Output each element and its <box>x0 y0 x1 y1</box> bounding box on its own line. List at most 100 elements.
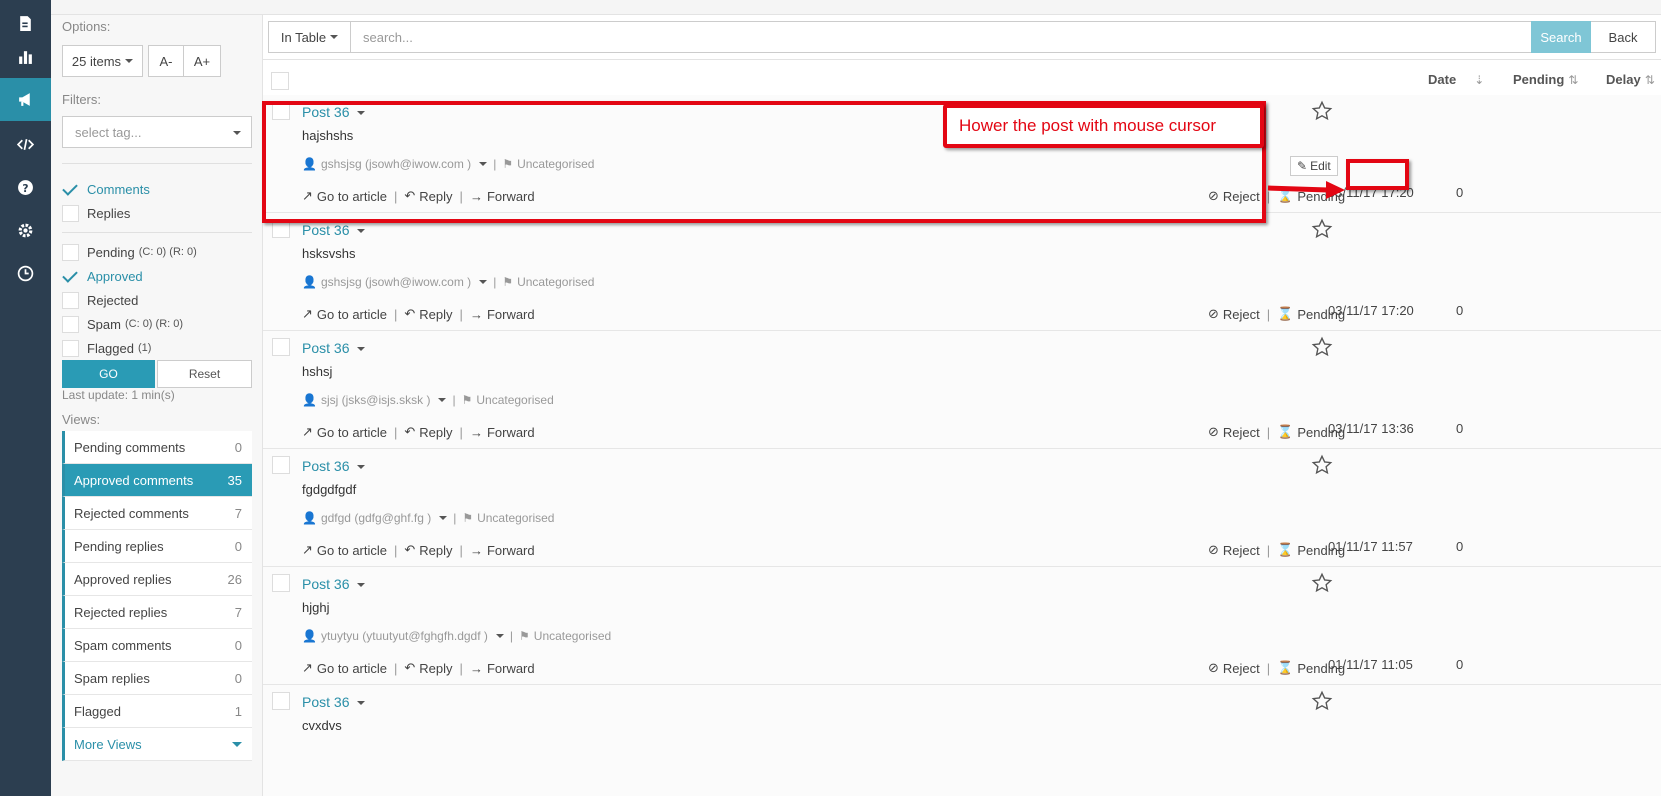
reply-link[interactable]: ↶ Reply <box>404 306 452 322</box>
filter-pending[interactable]: Pending (C: 0) (R: 0) <box>62 242 197 262</box>
go-to-article-link[interactable]: ↗ Go to article <box>302 542 387 558</box>
reply-link[interactable]: ↶ Reply <box>404 660 452 676</box>
reject-button[interactable]: ⊘ Reject <box>1208 188 1260 204</box>
chevron-down-icon[interactable] <box>357 465 366 470</box>
table-row[interactable]: Post 36 cvxdvs <box>263 685 1661 796</box>
comment-category[interactable]: Uncategorised <box>517 157 594 171</box>
column-pending[interactable]: Pending ⇅ <box>1513 72 1578 87</box>
row-checkbox[interactable] <box>272 220 290 238</box>
reject-button[interactable]: ⊘ Reject <box>1208 660 1260 676</box>
forward-link[interactable]: → Forward <box>470 425 535 440</box>
row-checkbox[interactable] <box>272 102 290 120</box>
go-to-article-link[interactable]: ↗ Go to article <box>302 188 387 204</box>
search-input[interactable] <box>351 21 1533 53</box>
checkbox[interactable] <box>62 291 79 309</box>
comment-author[interactable]: gshsjsg (jsowh@iwow.com ) <box>321 157 471 171</box>
checkbox[interactable] <box>62 339 79 357</box>
rail-stats[interactable] <box>0 33 51 79</box>
star-icon[interactable] <box>1311 100 1333 122</box>
more-views-toggle[interactable]: More Views <box>62 728 252 761</box>
view-approved-comments[interactable]: Approved comments 35 <box>62 464 252 497</box>
view-rejected-replies[interactable]: Rejected replies 7 <box>62 596 252 629</box>
view-flagged[interactable]: Flagged 1 <box>62 695 252 728</box>
filter-rejected[interactable]: Rejected <box>62 290 138 310</box>
font-larger-button[interactable]: A+ <box>183 45 221 77</box>
filter-comments[interactable]: Comments <box>62 179 150 199</box>
view-pending-replies[interactable]: Pending replies 0 <box>62 530 252 563</box>
post-title-link[interactable]: Post 36 <box>302 576 366 592</box>
reject-button[interactable]: ⊘ Reject <box>1208 424 1260 440</box>
comment-category[interactable]: Uncategorised <box>534 629 611 643</box>
chevron-down-icon[interactable] <box>479 280 488 284</box>
search-button[interactable]: Search <box>1531 21 1591 53</box>
row-checkbox[interactable] <box>272 692 290 710</box>
filter-replies[interactable]: Replies <box>62 203 130 223</box>
items-per-page-dropdown[interactable]: 25 items <box>62 45 143 77</box>
edit-button[interactable]: ✎ Edit <box>1290 156 1338 176</box>
rail-history[interactable] <box>0 250 51 296</box>
go-to-article-link[interactable]: ↗ Go to article <box>302 660 387 676</box>
table-row[interactable]: Post 36 fgdgdfgdf 👤 gdfgd (gdfg@ghf.fg ) | ⚑… <box>263 449 1661 567</box>
post-title-link[interactable]: Post 36 <box>302 340 366 356</box>
forward-link[interactable]: → Forward <box>470 189 535 204</box>
comment-author[interactable]: gshsjsg (jsowh@iwow.com ) <box>321 275 471 289</box>
forward-link[interactable]: → Forward <box>470 661 535 676</box>
reset-button[interactable]: Reset <box>157 360 252 388</box>
checkbox-checked[interactable] <box>62 181 79 198</box>
column-delay[interactable]: Delay ⇅ <box>1606 72 1655 87</box>
chevron-down-icon[interactable] <box>479 162 488 166</box>
chevron-down-icon[interactable] <box>357 701 366 706</box>
reply-link[interactable]: ↶ Reply <box>404 542 452 558</box>
search-scope-dropdown[interactable]: In Table <box>268 21 351 53</box>
table-row[interactable]: Post 36 hshsj 👤 sjsj (jsks@isjs.sksk ) | ⚑ Un… <box>263 331 1661 449</box>
rail-embed[interactable] <box>0 121 51 167</box>
filter-approved[interactable]: Approved <box>62 266 143 286</box>
checkbox-checked[interactable] <box>62 268 79 285</box>
tag-select[interactable]: select tag... <box>62 116 252 148</box>
view-approved-replies[interactable]: Approved replies 26 <box>62 563 252 596</box>
post-title-link[interactable]: Post 36 <box>302 694 366 710</box>
row-checkbox[interactable] <box>272 338 290 356</box>
reject-button[interactable]: ⊘ Reject <box>1208 542 1260 558</box>
checkbox[interactable] <box>62 243 79 261</box>
select-all-checkbox[interactable] <box>271 72 289 90</box>
comment-author[interactable]: gdfgd (gdfg@ghf.fg ) <box>321 511 431 525</box>
comment-category[interactable]: Uncategorised <box>476 393 553 407</box>
reply-link[interactable]: ↶ Reply <box>404 188 452 204</box>
comment-category[interactable]: Uncategorised <box>517 275 594 289</box>
chevron-down-icon[interactable] <box>357 111 366 116</box>
comment-author[interactable]: sjsj (jsks@isjs.sksk ) <box>321 393 431 407</box>
row-checkbox[interactable] <box>272 456 290 474</box>
post-title-link[interactable]: Post 36 <box>302 104 366 120</box>
post-title-link[interactable]: Post 36 <box>302 458 366 474</box>
row-checkbox[interactable] <box>272 574 290 592</box>
table-row[interactable]: Post 36 hsksvshs 👤 gshsjsg (jsowh@iwow.com… <box>263 213 1661 331</box>
star-icon[interactable] <box>1311 572 1333 594</box>
filter-flagged[interactable]: Flagged (1) <box>62 338 151 358</box>
chevron-down-icon[interactable] <box>439 516 448 520</box>
view-rejected-comments[interactable]: Rejected comments 7 <box>62 497 252 530</box>
filter-spam[interactable]: Spam (C: 0) (R: 0) <box>62 314 183 334</box>
rail-comments[interactable] <box>0 78 51 121</box>
go-to-article-link[interactable]: ↗ Go to article <box>302 306 387 322</box>
checkbox[interactable] <box>62 204 79 222</box>
forward-link[interactable]: → Forward <box>470 307 535 322</box>
star-icon[interactable] <box>1311 454 1333 476</box>
font-smaller-button[interactable]: A- <box>148 45 184 77</box>
table-row[interactable]: Post 36 hjghj 👤 ytuytyu (ytuutyut@fghgfh.d… <box>263 567 1661 685</box>
forward-link[interactable]: → Forward <box>470 543 535 558</box>
star-icon[interactable] <box>1311 218 1333 240</box>
chevron-down-icon[interactable] <box>438 398 447 402</box>
reject-button[interactable]: ⊘ Reject <box>1208 306 1260 322</box>
chevron-down-icon[interactable] <box>357 583 366 588</box>
post-title-link[interactable]: Post 36 <box>302 222 366 238</box>
chevron-down-icon[interactable] <box>357 347 366 352</box>
chevron-down-icon[interactable] <box>357 229 366 234</box>
star-icon[interactable] <box>1311 336 1333 358</box>
view-pending-comments[interactable]: Pending comments 0 <box>62 431 252 464</box>
chevron-down-icon[interactable] <box>495 634 504 638</box>
comment-category[interactable]: Uncategorised <box>477 511 554 525</box>
view-spam-replies[interactable]: Spam replies 0 <box>62 662 252 695</box>
star-icon[interactable] <box>1311 690 1333 712</box>
column-date[interactable]: Date ⇣ <box>1428 72 1484 87</box>
